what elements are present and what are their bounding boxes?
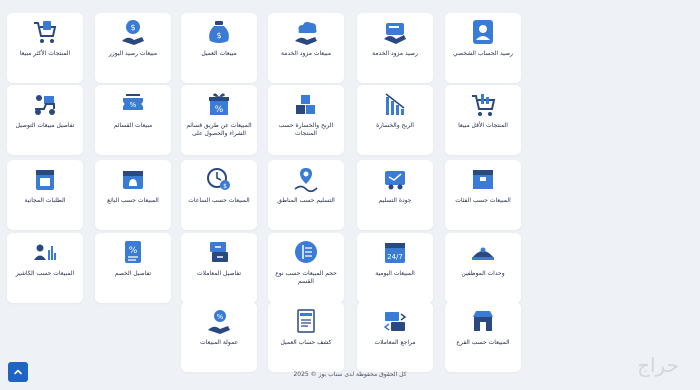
svg-text:%: % — [129, 246, 138, 256]
cashier-chart-icon — [30, 237, 60, 267]
report-tile-label: مراجع المعاملات — [374, 339, 416, 346]
haraj-watermark-logo: حراج — [637, 353, 679, 377]
report-tile[interactable]: المبيعات حسب الفئات — [445, 160, 521, 230]
report-tile-label: تفاصيل المعاملات — [196, 270, 242, 277]
scroll-to-top-button[interactable] — [8, 362, 28, 382]
report-tile[interactable]: % مبيعات القسائم — [95, 85, 171, 155]
clock-dollar-icon: $ — [204, 164, 234, 194]
report-tile-label: تفاصيل الخصم — [114, 270, 152, 277]
report-tile[interactable]: $ المبيعات حسب الساعات — [181, 160, 257, 230]
speed-circle-icon — [291, 237, 321, 267]
footer-copyright: كل الحقوق محفوظة لدى سناب بوز © 2025 — [293, 371, 407, 378]
delivery-scooter-icon — [30, 89, 60, 119]
report-tile[interactable]: التسليم حسب المناطق — [268, 160, 344, 230]
report-tile[interactable]: تفاصيل المعاملات — [181, 233, 257, 303]
report-tile[interactable]: جودة التسليم — [357, 160, 433, 230]
report-tile-label: التسليم حسب المناطق — [277, 197, 335, 204]
svg-text:24/7: 24/7 — [387, 253, 403, 261]
products-box-icon — [468, 164, 498, 194]
report-tile-label: الربح والخسارة حسب المنتجات — [278, 122, 334, 137]
report-tile-label: عمولة المبيعات — [199, 339, 239, 346]
report-tile-label: مبيعات رصيد اليوزر — [108, 50, 158, 57]
report-tile-label: مبيعات القسائم — [113, 122, 153, 129]
report-tile-label: رصيد مزود الخدمة — [372, 50, 418, 57]
report-tile[interactable]: الربح والخسارة حسب المنتجات — [268, 85, 344, 155]
report-tile-label: المبيعات حسب الساعات — [188, 197, 250, 204]
report-tile[interactable]: رصيد مزود الخدمة — [357, 13, 433, 83]
report-tile[interactable]: الطلبات المجانية — [7, 160, 83, 230]
svg-text:$: $ — [223, 183, 227, 190]
wallet-card-icon — [380, 17, 410, 47]
user-account-icon — [468, 17, 498, 47]
money-bag-icon: $ — [204, 17, 234, 47]
report-tile-label: مبيعات العميل — [201, 50, 237, 57]
branch-store-icon — [468, 306, 498, 336]
svg-text:%: % — [217, 313, 224, 321]
boxes-icon — [291, 89, 321, 119]
transactions-icon — [204, 237, 234, 267]
report-tile-label: المبيعات حسب الكاشير — [15, 270, 75, 277]
calendar-247-icon: 24/7 — [380, 237, 410, 267]
report-tile[interactable]: وحدات الموظفين — [445, 233, 521, 303]
report-tile[interactable]: مبيعات مزود الخدمة — [268, 13, 344, 83]
svg-text:$: $ — [216, 31, 221, 40]
report-tile[interactable]: $ مبيعات رصيد اليوزر — [95, 13, 171, 83]
gift-percent-icon: % — [204, 89, 234, 119]
cloud-hand-icon — [291, 17, 321, 47]
exchange-icon — [380, 306, 410, 336]
report-tile[interactable]: % المبيعات عن طريق قسائم الشراء والحصول ع… — [181, 85, 257, 155]
report-tile-label: المبيعات حسب الفرع — [456, 339, 510, 346]
report-tile-label: حجم المبيعات حسب نوع القسم — [275, 270, 337, 285]
report-tile[interactable]: % تفاصيل الخصم — [95, 233, 171, 303]
coupon-icon: % — [118, 89, 148, 119]
report-tile[interactable]: مراجع المعاملات — [357, 302, 433, 372]
report-tile[interactable]: المبيعات حسب الكاشير — [7, 233, 83, 303]
report-tile-label: رصيد الحساب الشخصي — [453, 50, 513, 57]
report-tile-label: مبيعات مزود الخدمة — [280, 50, 332, 57]
report-tile[interactable]: % عمولة المبيعات — [181, 302, 257, 372]
report-tile-label: الطلبات المجانية — [24, 197, 66, 204]
report-tile[interactable]: المبيعات حسب البائع — [95, 160, 171, 230]
report-tile-label: جودة التسليم — [378, 197, 412, 204]
report-tile-label: الربح والخسارة — [376, 122, 414, 129]
route-pin-icon — [291, 164, 321, 194]
delivery-truck-icon — [380, 164, 410, 194]
report-tile-label: كشف حساب العميل — [280, 339, 332, 346]
report-tile[interactable]: $ مبيعات العميل — [181, 13, 257, 83]
report-tile-label: المنتجات الأقل مبيعا — [458, 122, 508, 129]
report-tile-label: وحدات الموظفين — [461, 270, 505, 277]
report-tile-label: المنتجات الأكثر مبيعا — [19, 50, 71, 57]
bar-down-icon — [380, 89, 410, 119]
chevron-up-icon — [14, 369, 22, 375]
svg-text:$: $ — [130, 23, 135, 32]
report-tile[interactable]: حجم المبيعات حسب نوع القسم — [268, 233, 344, 303]
store-calendar-icon — [30, 164, 60, 194]
report-tile-label: المبيعات حسب الفئات — [455, 197, 511, 204]
report-tile[interactable]: رصيد الحساب الشخصي — [445, 13, 521, 83]
report-tile-label: المبيعات حسب البائع — [107, 197, 159, 204]
staff-dashboard-icon — [468, 237, 498, 267]
commission-hand-icon: % — [204, 306, 234, 336]
report-tile[interactable]: تفاصيل مبيعات التوصيل — [7, 85, 83, 155]
report-tile[interactable]: الربح والخسارة — [357, 85, 433, 155]
report-tile[interactable]: المنتجات الأكثر مبيعا — [7, 13, 83, 83]
bell-calendar-icon — [118, 164, 148, 194]
report-tile[interactable]: 24/7 المبيعات اليومية — [357, 233, 433, 303]
dollar-hand-icon: $ — [118, 17, 148, 47]
report-tile-label: المبيعات اليومية — [375, 270, 415, 277]
svg-text:%: % — [215, 105, 224, 115]
statement-doc-icon — [291, 306, 321, 336]
discount-doc-icon: % — [118, 237, 148, 267]
report-tile-label: تفاصيل مبيعات التوصيل — [15, 122, 75, 129]
svg-text:%: % — [130, 101, 137, 109]
report-tile[interactable]: كشف حساب العميل — [268, 302, 344, 372]
cart-chart-icon — [468, 89, 498, 119]
report-tile[interactable]: المنتجات الأقل مبيعا — [445, 85, 521, 155]
report-tile-label: المبيعات عن طريق قسائم الشراء والحصول عل… — [186, 122, 252, 137]
report-tile[interactable]: المبيعات حسب الفرع — [445, 302, 521, 372]
watermark-text: حراج — [637, 353, 679, 377]
cart-bag-icon — [30, 17, 60, 47]
